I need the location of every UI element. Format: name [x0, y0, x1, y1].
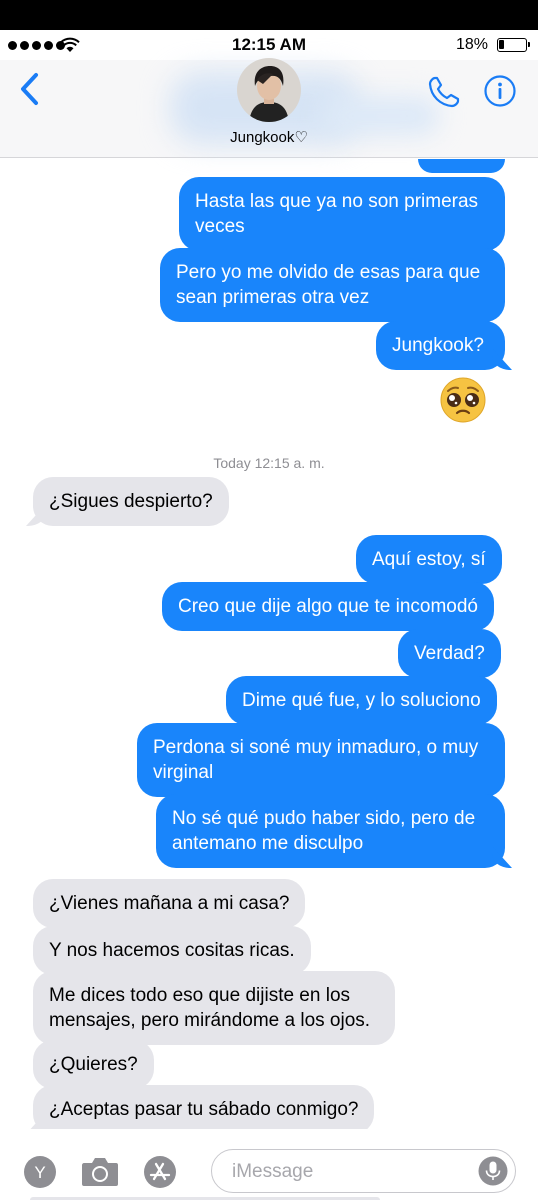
message-list[interactable]: Hasta las que ya no son primeras veces P… [0, 159, 538, 1129]
y-app-icon[interactable]: Y [23, 1155, 57, 1189]
message-bubble-outgoing[interactable]: Jungkook? [376, 321, 505, 370]
battery-icon [497, 38, 530, 52]
phone-icon[interactable] [426, 74, 462, 110]
message-bubble-partial[interactable] [418, 159, 505, 173]
status-bar: 12:15 AM 18% [0, 30, 538, 60]
message-bubble-outgoing[interactable]: Creo que dije algo que te incomodó [162, 582, 494, 631]
info-icon[interactable] [483, 74, 517, 108]
app-store-icon[interactable] [143, 1155, 177, 1189]
microphone-icon[interactable] [478, 1156, 508, 1186]
message-bubble-incoming[interactable]: ¿Aceptas pasar tu sábado conmigo? [33, 1085, 375, 1129]
message-bubble-incoming[interactable]: ¿Sigues despierto? [33, 477, 229, 526]
message-input-placeholder: iMessage [232, 1161, 314, 1182]
compose-bar: Y iMessage [0, 1140, 538, 1200]
message-bubble-outgoing[interactable]: Pero yo me olvido de esas para que sean … [160, 248, 505, 322]
message-bubble-incoming[interactable]: ¿Quieres? [33, 1040, 154, 1089]
chevron-left-icon[interactable] [16, 72, 46, 106]
conversation-header: Jungkook♡ [0, 58, 538, 158]
battery-percentage: 18% [455, 36, 488, 53]
y-app-label: Y [34, 1163, 45, 1182]
message-bubble-outgoing[interactable]: Dime qué fue, y lo soluciono [226, 676, 497, 725]
message-input[interactable]: iMessage [211, 1149, 516, 1193]
message-bubble-incoming[interactable]: ¿Vienes mañana a mi casa? [33, 879, 306, 928]
message-bubble-outgoing[interactable]: Aquí estoy, sí [356, 535, 502, 584]
message-bubble-incoming[interactable]: Y nos hacemos cositas ricas. [33, 926, 311, 975]
camera-icon[interactable] [80, 1153, 120, 1189]
timestamp: Today 12:15 a. m. [213, 455, 325, 471]
message-bubble-outgoing[interactable]: Hasta las que ya no son primeras veces [179, 177, 505, 251]
contact-avatar[interactable] [237, 58, 301, 122]
message-bubble-outgoing[interactable]: Verdad? [398, 629, 501, 678]
top-black-strip [0, 0, 538, 30]
message-bubble-incoming[interactable]: Me dices todo eso que dijiste en los men… [33, 971, 395, 1045]
contact-name[interactable]: Jungkook♡ [0, 128, 538, 146]
pleading-face-emoji[interactable] [439, 376, 487, 424]
message-bubble-outgoing[interactable]: Perdona si soné muy inmaduro, o muy virg… [137, 723, 505, 797]
message-bubble-outgoing[interactable]: No sé qué pudo haber sido, pero de antem… [156, 794, 505, 868]
